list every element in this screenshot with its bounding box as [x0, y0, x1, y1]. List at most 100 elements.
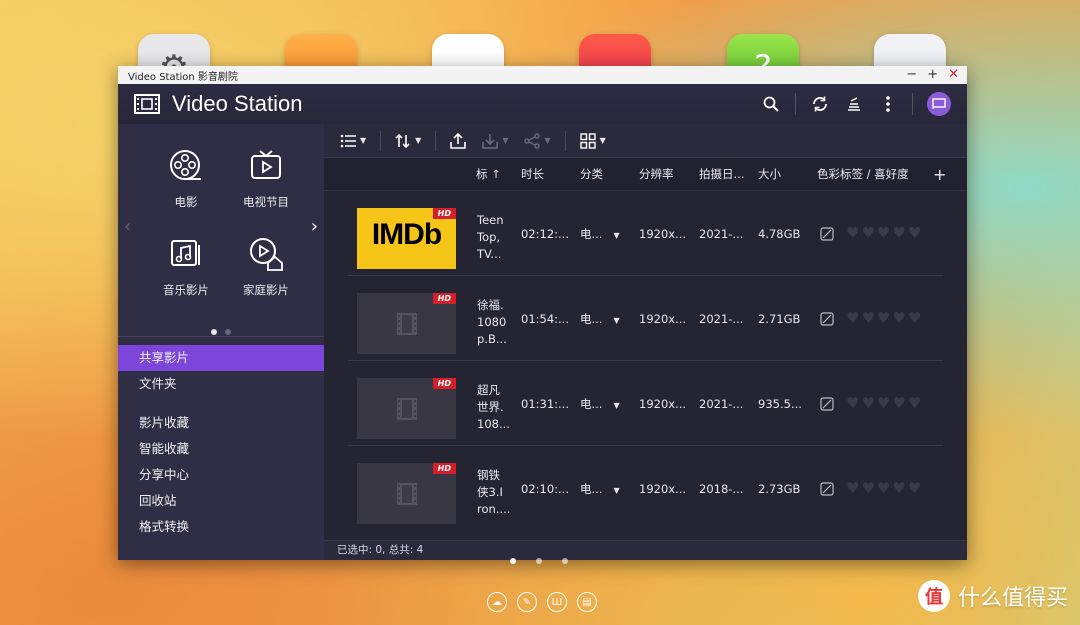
- grid-view-icon: [579, 132, 596, 149]
- nav-label: 音乐影片: [163, 283, 209, 297]
- page-dot[interactable]: [224, 329, 231, 335]
- dock-cloud-icon[interactable]: ☁: [487, 592, 507, 612]
- video-date: 2018-...: [699, 482, 744, 496]
- rating-hearts[interactable]: ♥ ♥ ♥ ♥ ♥: [846, 395, 921, 411]
- video-thumbnail[interactable]: HD: [357, 463, 456, 524]
- minimize-button[interactable]: −: [906, 66, 917, 84]
- page-dot-active[interactable]: [211, 329, 218, 335]
- sidebar-item-recycle-bin[interactable]: 回收站: [118, 488, 324, 514]
- background-tasks-icon[interactable]: [844, 94, 864, 114]
- status-bar: 已选中: 0, 总共: 4: [324, 540, 967, 560]
- divider: [564, 130, 566, 151]
- video-resolution: 1920x...: [639, 397, 687, 411]
- sort-button[interactable]: ▼: [389, 124, 427, 158]
- refresh-icon[interactable]: [810, 94, 830, 114]
- category-dropdown[interactable]: 电... ▼: [580, 447, 620, 531]
- heart-icon: ♥: [861, 394, 875, 412]
- color-tag-icon[interactable]: [820, 312, 834, 326]
- nav-tv-shows[interactable]: 电视节目: [226, 144, 306, 210]
- close-button[interactable]: ✕: [948, 66, 959, 84]
- table-row[interactable]: IMDb HD Teen Top, TV... 02:12:... 电... ▼ 1…: [348, 192, 943, 276]
- column-tags[interactable]: 色彩标签 / 喜好度: [817, 158, 909, 191]
- prev-page-chevron-icon[interactable]: ‹: [124, 216, 131, 237]
- page-dot[interactable]: [536, 558, 542, 564]
- download-icon: [482, 133, 499, 149]
- sidebar-item-smart-collections[interactable]: 智能收藏: [118, 436, 324, 462]
- video-thumbnail[interactable]: HD: [357, 293, 456, 354]
- dock-note-icon[interactable]: ▤: [577, 592, 597, 612]
- add-column-button[interactable]: +: [933, 158, 946, 191]
- category-dropdown[interactable]: 电... ▼: [580, 277, 620, 361]
- video-date: 2021-...: [699, 397, 744, 411]
- video-resolution: 1920x...: [639, 482, 687, 496]
- category-dropdown[interactable]: 电... ▼: [580, 192, 620, 276]
- sidebar-item-share-center[interactable]: 分享中心: [118, 462, 324, 488]
- hd-badge: HD: [432, 378, 456, 389]
- column-category[interactable]: 分类: [580, 158, 603, 191]
- video-thumbnail[interactable]: HD: [357, 378, 456, 439]
- streaming-device-icon[interactable]: [927, 92, 951, 116]
- column-title[interactable]: 标 ↑: [476, 158, 501, 191]
- table-row[interactable]: HD 钢铁 侠3.I ron.... 02:10:... 电... ▼ 1920x.…: [348, 447, 943, 531]
- chevron-down-icon: ▼: [613, 316, 620, 325]
- divider: [118, 336, 324, 337]
- main-panel: ▼ ▼ ▼ ▼ ▼ 标 ↑ 时长 分类 分辨率 拍摄日... 大小 色彩标签 /…: [324, 124, 967, 560]
- sidebar-item-shared-videos[interactable]: 共享影片: [118, 345, 324, 371]
- column-date[interactable]: 拍摄日...: [699, 158, 744, 191]
- sidebar-item-folders[interactable]: 文件夹: [118, 371, 324, 397]
- view-mode-button[interactable]: ▼: [334, 124, 372, 158]
- video-duration: 01:54:...: [521, 312, 569, 326]
- upload-button[interactable]: [444, 124, 472, 158]
- heart-icon: ♥: [892, 309, 906, 327]
- share-button[interactable]: ▼: [518, 124, 556, 158]
- column-size[interactable]: 大小: [758, 158, 781, 191]
- maximize-button[interactable]: +: [927, 66, 938, 84]
- layout-button[interactable]: ▼: [574, 124, 612, 158]
- chevron-down-icon: ▼: [613, 486, 620, 495]
- chevron-down-icon: ▼: [502, 136, 509, 145]
- color-tag-icon[interactable]: [820, 482, 834, 496]
- heart-icon: ♥: [907, 224, 922, 242]
- video-size: 935.5...: [758, 397, 802, 411]
- table-row[interactable]: HD 超凡 世界. 108... 01:31:... 电... ▼ 1920x...…: [348, 362, 943, 446]
- nav-home-videos[interactable]: 家庭影片: [226, 232, 306, 298]
- next-page-chevron-icon[interactable]: ›: [311, 216, 318, 237]
- hd-badge: HD: [432, 208, 456, 219]
- rating-hearts[interactable]: ♥ ♥ ♥ ♥ ♥: [846, 310, 921, 326]
- page-dot[interactable]: [562, 558, 568, 564]
- column-duration[interactable]: 时长: [521, 158, 544, 191]
- more-options-icon[interactable]: [878, 94, 898, 114]
- sidebar-item-collections[interactable]: 影片收藏: [118, 410, 324, 436]
- nav-movies[interactable]: 电影: [146, 144, 226, 210]
- category-dropdown[interactable]: 电... ▼: [580, 362, 620, 446]
- download-button[interactable]: ▼: [476, 124, 514, 158]
- column-label: 标: [476, 167, 488, 181]
- window-titlebar[interactable]: Video Station 影音剧院 − + ✕: [118, 66, 967, 84]
- video-duration: 02:12:...: [521, 227, 569, 241]
- hd-badge: HD: [432, 293, 456, 304]
- color-tag-icon[interactable]: [820, 397, 834, 411]
- app-title: Video Station: [172, 91, 303, 116]
- table-row[interactable]: HD 徐福. 1080 p.B... 01:54:... 电... ▼ 1920x.…: [348, 277, 943, 361]
- rating-hearts[interactable]: ♥ ♥ ♥ ♥ ♥: [846, 480, 921, 496]
- rating-hearts[interactable]: ♥ ♥ ♥ ♥ ♥: [846, 225, 921, 241]
- video-size: 2.73GB: [758, 482, 801, 496]
- dock-compass-icon[interactable]: ✎: [517, 592, 537, 612]
- color-tag-icon[interactable]: [820, 227, 834, 241]
- video-station-window: Video Station 影音剧院 − + ✕ Video Station ‹…: [118, 66, 967, 560]
- nav-music-videos[interactable]: 音乐影片: [146, 232, 226, 298]
- tv-show-icon: [226, 144, 306, 188]
- dock-columns-icon[interactable]: Ш: [547, 592, 567, 612]
- chevron-down-icon: ▼: [360, 136, 367, 145]
- search-icon[interactable]: [761, 94, 781, 114]
- sidebar-item-transcode[interactable]: 格式转换: [118, 514, 324, 540]
- heart-icon: ♥: [846, 479, 860, 497]
- video-thumbnail[interactable]: IMDb HD: [357, 208, 456, 269]
- video-resolution: 1920x...: [639, 312, 687, 326]
- window-title: Video Station 影音剧院: [128, 71, 238, 83]
- film-placeholder-icon: [397, 398, 417, 420]
- column-resolution[interactable]: 分辨率: [639, 158, 674, 191]
- page-dot-active[interactable]: [510, 558, 516, 564]
- toolbar: ▼ ▼ ▼ ▼ ▼: [324, 124, 967, 158]
- watermark: 值 什么值得买: [917, 580, 1068, 612]
